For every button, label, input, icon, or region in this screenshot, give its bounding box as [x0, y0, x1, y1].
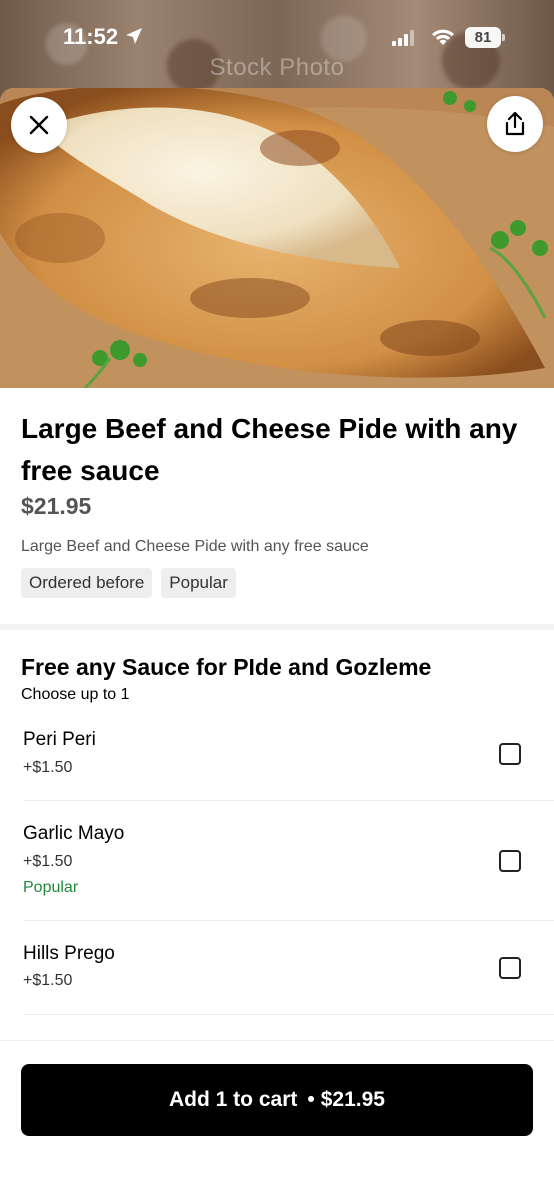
section-divider	[0, 624, 554, 630]
option-price: +$1.50	[23, 972, 73, 989]
option-peri-peri[interactable]: Peri Peri +$1.50	[23, 716, 554, 801]
item-photo	[0, 88, 554, 388]
item-title: Large Beef and Cheese Pide with any free…	[21, 413, 518, 486]
option-name: Garlic Mayo	[23, 823, 125, 844]
option-name: Peri Peri	[23, 729, 96, 750]
close-button[interactable]	[11, 97, 67, 153]
status-bar: 11:52 81	[0, 0, 554, 78]
wifi-icon	[432, 29, 454, 45]
share-icon	[505, 111, 525, 136]
item-detail-sheet: Large Beef and Cheese Pide with any free…	[0, 88, 554, 1200]
bottom-bar: Add 1 to cart • $21.95	[0, 1040, 554, 1200]
option-popular-badge: Popular	[23, 879, 79, 896]
item-tags: Ordered before Popular	[21, 568, 236, 598]
option-price: +$1.50	[23, 853, 73, 870]
status-time: 11:52	[63, 24, 119, 49]
pide-illustration	[0, 88, 554, 388]
tag-popular: Popular	[161, 568, 236, 598]
cart-button-total: $21.95	[320, 1088, 385, 1111]
option-name: Hills Prego	[23, 943, 115, 964]
item-description: Large Beef and Cheese Pide with any free…	[21, 538, 369, 555]
cart-button-label: Add 1 to cart	[169, 1088, 298, 1111]
option-checkbox[interactable]	[499, 850, 521, 872]
option-hills-prego[interactable]: Hills Prego +$1.50	[23, 921, 554, 1015]
battery-icon: 81	[465, 27, 505, 48]
options-group-title: Free any Sauce for PIde and Gozleme	[21, 654, 432, 680]
share-button[interactable]	[487, 96, 543, 152]
location-arrow-icon	[126, 28, 142, 44]
add-to-cart-button[interactable]: Add 1 to cart • $21.95	[21, 1064, 533, 1136]
option-price: +$1.50	[23, 759, 73, 776]
tag-ordered-before: Ordered before	[21, 568, 153, 598]
option-checkbox[interactable]	[499, 743, 521, 765]
battery-level: 81	[465, 27, 501, 48]
option-checkbox[interactable]	[499, 957, 521, 979]
options-group-subtitle: Choose up to 1	[21, 686, 130, 703]
signal-icon	[392, 30, 414, 46]
close-icon	[29, 115, 49, 135]
option-garlic-mayo[interactable]: Garlic Mayo +$1.50 Popular	[23, 801, 554, 921]
item-price: $21.95	[21, 493, 92, 519]
battery-tip	[502, 34, 505, 41]
separator-dot: •	[307, 1088, 315, 1111]
